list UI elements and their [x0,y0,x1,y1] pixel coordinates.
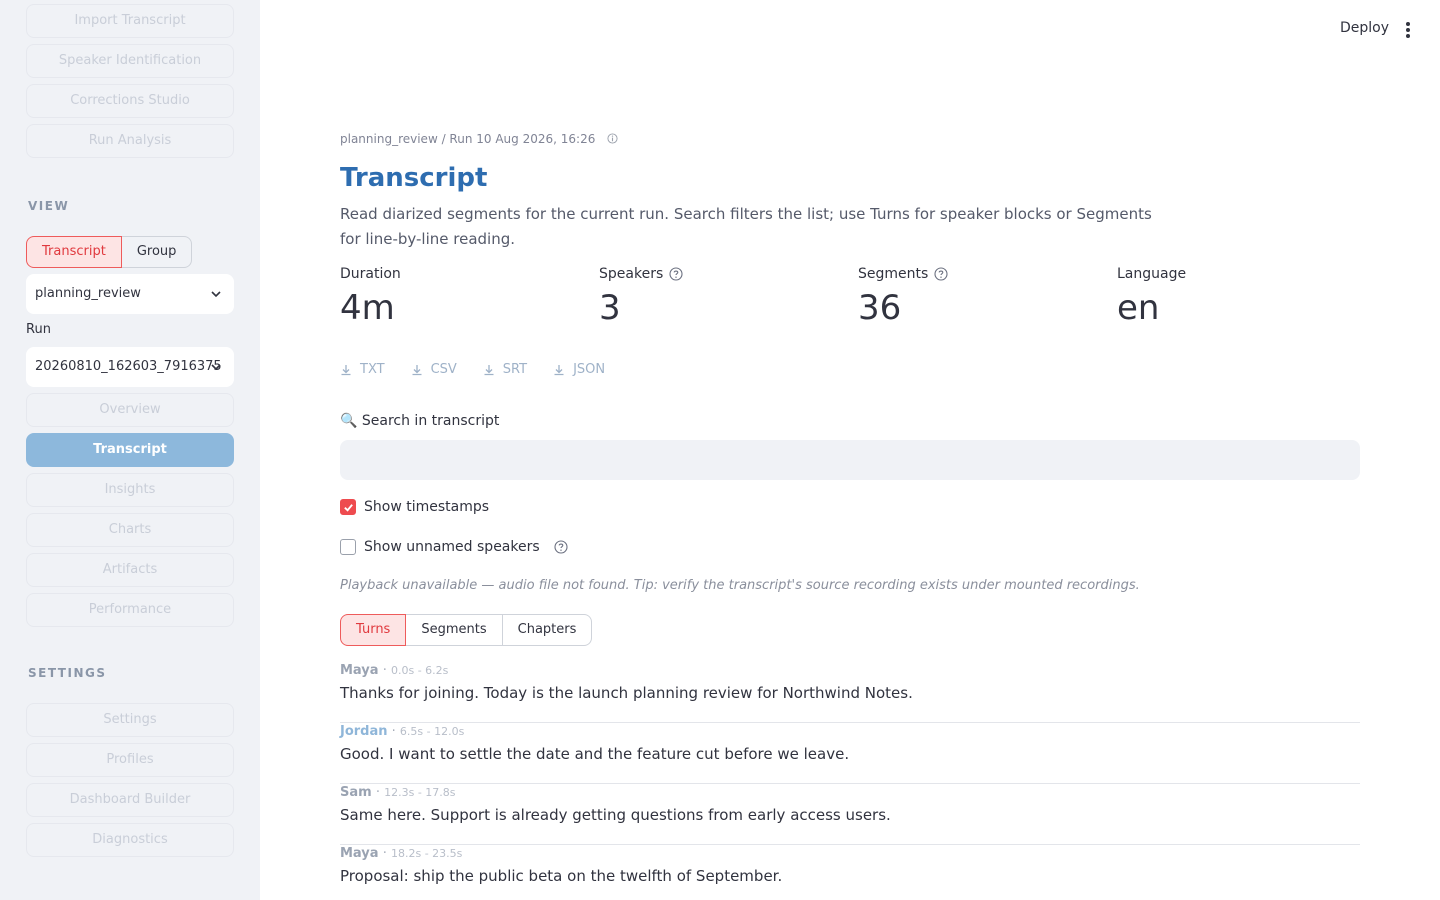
nav-import-transcript[interactable]: Import Transcript [26,4,234,38]
download-buttons: TXT CSV SRT JSON [340,362,605,377]
turns-list: Maya · 0.0s - 6.2s Thanks for joining. T… [340,662,1360,900]
nav-profiles[interactable]: Profiles [26,743,234,777]
download-json-button[interactable]: JSON [553,362,605,377]
nav-artifacts[interactable]: Artifacts [26,553,234,587]
turn-text: Same here. Support is already getting qu… [340,806,891,824]
info-icon [607,133,618,144]
metric-label: Speakers [599,266,664,282]
nav-diagnostics[interactable]: Diagnostics [26,823,234,857]
download-icon [554,364,564,375]
metric-duration: Duration 4m [340,266,590,328]
turn-row: Maya · 18.2s - 23.5s Proposal: ship the … [340,845,1360,900]
nav-dashboard-builder[interactable]: Dashboard Builder [26,783,234,817]
page-title: Transcript [340,163,488,193]
run-select-value: 20260810_162603_7916375 [35,359,222,374]
toggle-transcript[interactable]: Transcript [26,236,122,268]
show-timestamps-checkbox[interactable] [340,499,356,515]
download-csv-button[interactable]: CSV [411,362,457,377]
transcript-view-tabs: Turns Segments Chapters [340,614,593,646]
turn-time: 12.3s - 17.8s [384,786,456,799]
metric-value: en [1117,288,1160,328]
sidebar: Import Transcript Speaker Identification… [0,0,260,900]
nav-performance[interactable]: Performance [26,593,234,627]
metric-segments: Segments 36 [858,266,1108,328]
download-label: CSV [430,362,457,377]
toggle-group[interactable]: Group [121,236,193,268]
metric-label: Duration [340,266,401,282]
turn-text: Good. I want to settle the date and the … [340,745,850,763]
project-select-value: planning_review [35,286,141,301]
show-timestamps-label: Show timestamps [364,499,490,515]
nav-overview[interactable]: Overview [26,393,234,427]
metric-label: Language [1117,266,1187,282]
download-icon [412,364,422,375]
more-menu-icon[interactable] [1400,20,1416,40]
view-section-label: VIEW [28,199,70,213]
tab-segments[interactable]: Segments [406,614,503,646]
help-icon[interactable] [554,540,568,554]
nav-corrections-studio[interactable]: Corrections Studio [26,84,234,118]
turn-speaker: Sam [340,785,372,800]
turn-text: Thanks for joining. Today is the launch … [340,684,913,702]
download-srt-button[interactable]: SRT [483,362,527,377]
run-select[interactable]: 20260810_162603_7916375 [26,347,234,387]
nav-insights[interactable]: Insights [26,473,234,507]
nav-charts[interactable]: Charts [26,513,234,547]
deploy-button[interactable]: Deploy [1340,20,1389,36]
download-label: TXT [360,362,385,377]
turn-speaker: Maya [340,846,379,861]
download-label: JSON [573,362,606,377]
playback-note: Playback unavailable — audio file not fo… [340,578,1140,593]
nav-run-analysis[interactable]: Run Analysis [26,124,234,158]
tab-turns[interactable]: Turns [340,614,407,646]
turn-speaker: Jordan [340,724,388,739]
turn-row: Maya · 0.0s - 6.2s Thanks for joining. T… [340,662,1360,723]
help-icon[interactable] [669,267,683,281]
show-timestamps-row[interactable]: Show timestamps [340,499,489,515]
check-icon [343,503,353,512]
project-select[interactable]: planning_review [26,274,234,314]
chevron-down-icon [211,291,221,298]
chevron-down-icon [211,364,221,371]
metric-value: 3 [599,288,621,328]
run-label: Run [26,322,51,337]
turn-time: 0.0s - 6.2s [390,664,449,677]
breadcrumb: planning_review / Run 10 Aug 2026, 16:26 [340,132,618,146]
nav-settings[interactable]: Settings [26,703,234,737]
show-unnamed-row[interactable]: Show unnamed speakers [340,539,568,555]
metric-label: Segments [858,266,929,282]
metric-speakers: Speakers 3 [599,266,849,328]
turn-text: Proposal: ship the public beta on the tw… [340,867,783,885]
metric-value: 4m [340,288,395,328]
show-unnamed-checkbox[interactable] [340,539,356,555]
metric-language: Language en [1117,266,1367,328]
search-label: 🔍 Search in transcript [340,413,500,429]
page-description: Read diarized segments for the current r… [340,205,1152,248]
breadcrumb-text: planning_review / Run 10 Aug 2026, 16:26 [340,132,596,146]
help-icon[interactable] [934,267,948,281]
nav-transcript[interactable]: Transcript [26,433,234,467]
turn-row: Jordan · 6.5s - 12.0s Good. I want to se… [340,723,1360,784]
show-unnamed-label: Show unnamed speakers [364,539,540,555]
turn-speaker: Maya [340,663,379,678]
download-txt-button[interactable]: TXT [340,362,385,377]
download-icon [484,364,494,375]
view-mode-toggle: Transcript Group [26,236,193,268]
settings-section-label: SETTINGS [28,666,107,680]
download-label: SRT [502,362,528,377]
tab-chapters[interactable]: Chapters [502,614,593,646]
turn-time: 6.5s - 12.0s [399,725,465,738]
turn-time: 18.2s - 23.5s [390,847,463,860]
turn-row: Sam · 12.3s - 17.8s Same here. Support i… [340,784,1360,845]
download-icon [341,364,351,375]
nav-speaker-identification[interactable]: Speaker Identification [26,44,234,78]
transcript-search-input[interactable] [340,440,1360,480]
metric-value: 36 [858,288,902,328]
